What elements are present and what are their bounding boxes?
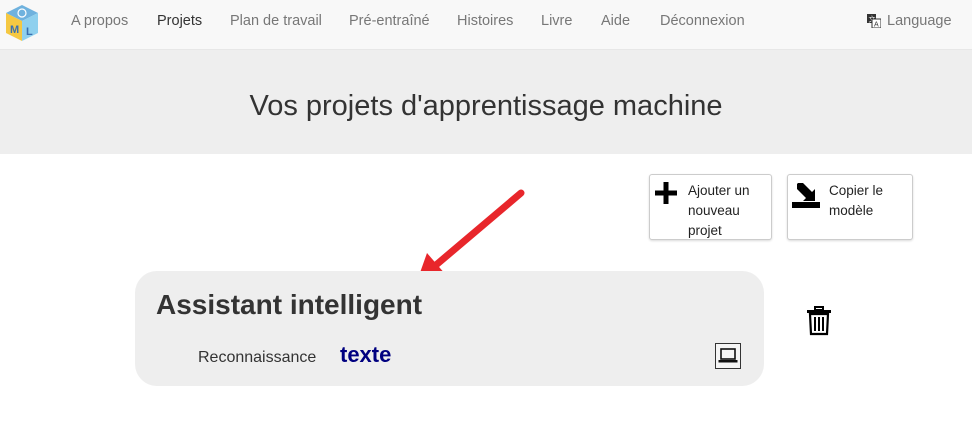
nav-item-deconnexion[interactable]: Déconnexion bbox=[660, 13, 745, 29]
laptop-icon bbox=[715, 343, 741, 369]
project-name: Assistant intelligent bbox=[156, 289, 423, 320]
import-icon bbox=[792, 181, 820, 214]
page-header: Vos projets d'apprentissage machine bbox=[0, 50, 972, 154]
language-selector[interactable]: 文 A Language bbox=[867, 13, 952, 29]
ml-cube-logo-icon[interactable]: M L bbox=[3, 3, 41, 43]
nav-item-plan-de-travail[interactable]: Plan de travail bbox=[230, 13, 322, 29]
plus-icon bbox=[654, 181, 678, 210]
delete-project-button[interactable] bbox=[805, 306, 833, 341]
top-navbar: M L A propos Projets Plan de travail Pré… bbox=[0, 0, 972, 50]
add-project-label: Ajouter un nouveau projet bbox=[688, 183, 750, 238]
language-label: Language bbox=[887, 13, 952, 29]
nav-item-pre-entraine[interactable]: Pré-entraîné bbox=[349, 13, 430, 29]
svg-text:L: L bbox=[26, 26, 33, 38]
nav-item-aide[interactable]: Aide bbox=[601, 13, 630, 29]
project-card[interactable]: Assistant intelligent Reconnaissance tex… bbox=[135, 271, 764, 386]
nav-item-histoires[interactable]: Histoires bbox=[457, 13, 513, 29]
nav-item-a-propos[interactable]: A propos bbox=[71, 13, 128, 29]
nav-item-livre[interactable]: Livre bbox=[541, 13, 572, 29]
project-type-label: Reconnaissance bbox=[198, 349, 317, 366]
svg-text:A: A bbox=[874, 22, 879, 29]
page-title: Vos projets d'apprentissage machine bbox=[249, 90, 723, 122]
svg-text:M: M bbox=[10, 24, 19, 36]
copy-model-button[interactable]: Copier le modèle bbox=[787, 174, 913, 240]
project-type-value: texte bbox=[340, 342, 392, 367]
translate-icon: 文 A bbox=[867, 14, 882, 29]
trash-icon bbox=[807, 306, 831, 336]
nav-item-projets[interactable]: Projets bbox=[157, 13, 202, 29]
copy-model-label: Copier le modèle bbox=[829, 183, 884, 218]
add-project-button[interactable]: Ajouter un nouveau projet bbox=[649, 174, 772, 240]
